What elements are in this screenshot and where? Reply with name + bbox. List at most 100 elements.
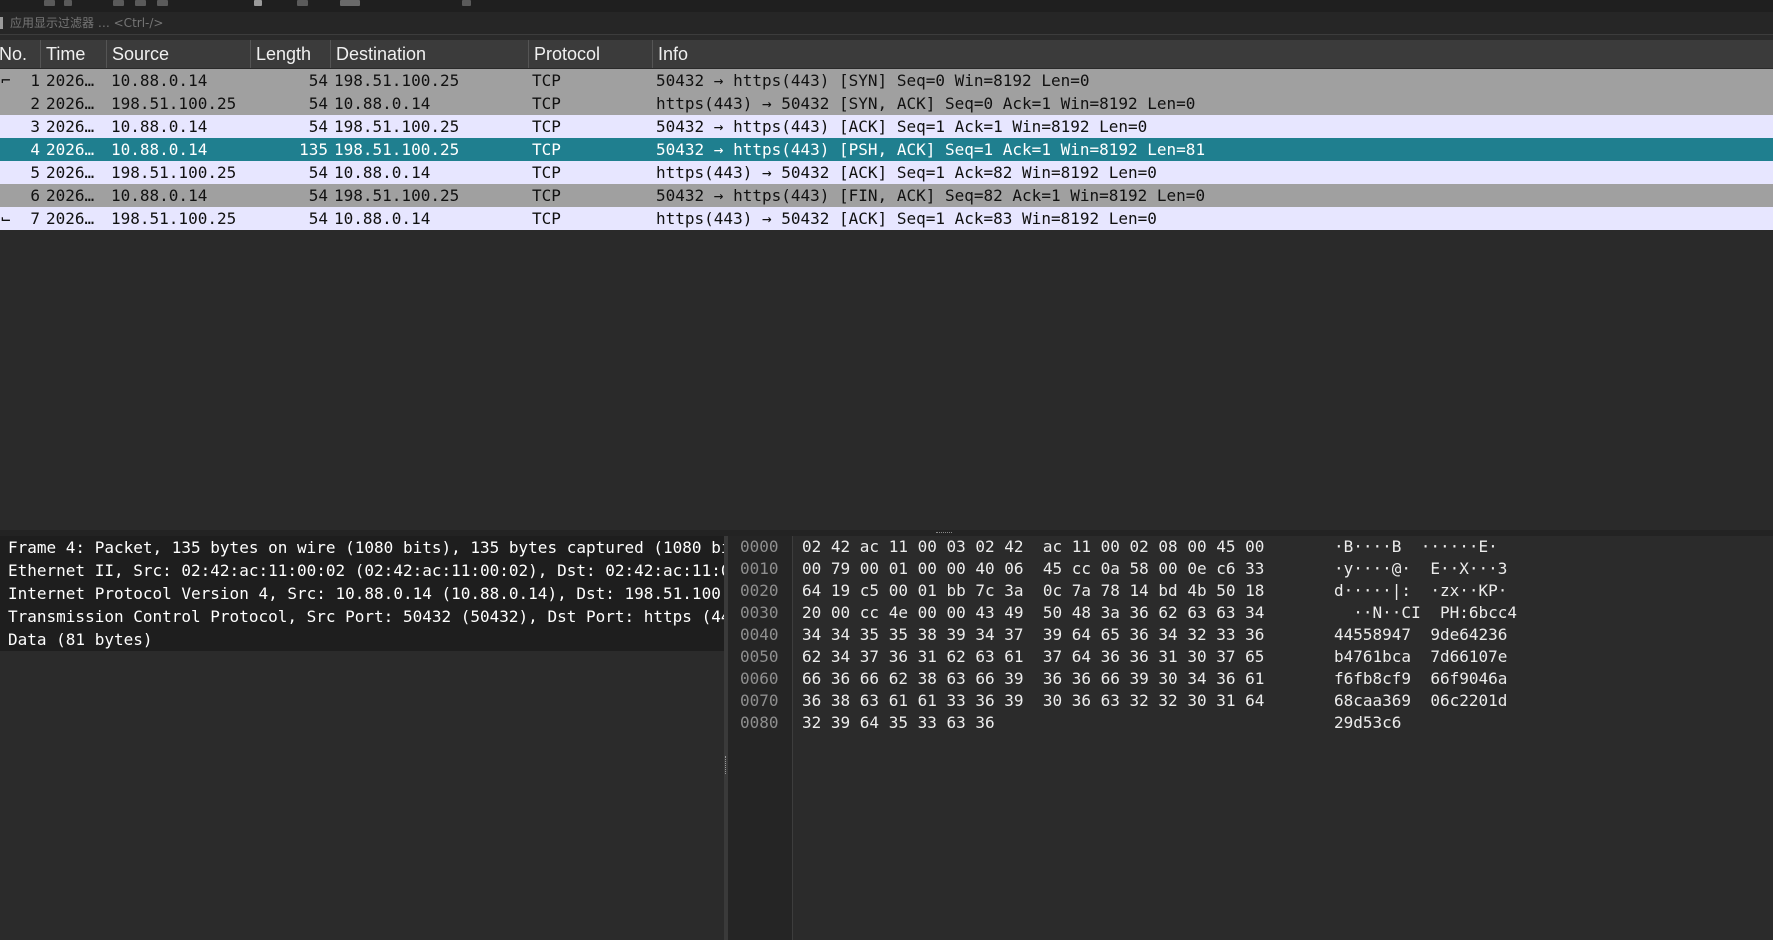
packet-length: 135 (299, 140, 328, 159)
packet-row[interactable]: 3 2026… 10.88.0.14 54 198.51.100.25 TCP … (0, 115, 1773, 138)
packet-protocol: TCP (532, 163, 561, 182)
colorize-icon[interactable] (340, 0, 360, 6)
column-header-destination[interactable]: Destination (331, 40, 529, 68)
hex-dump-column: 02 42 ac 11 00 03 02 42 ac 11 00 02 08 0… (802, 536, 1264, 734)
go-last-icon[interactable] (297, 0, 308, 6)
resize-columns-icon[interactable] (462, 0, 471, 6)
tree-item-ipv4[interactable]: Internet Protocol Version 4, Src: 10.88.… (0, 582, 724, 605)
packet-row-selected[interactable]: 4 2026… 10.88.0.14 135 198.51.100.25 TCP… (0, 138, 1773, 161)
packet-time: 2026… (46, 163, 95, 182)
packet-row[interactable]: 2 2026… 198.51.100.25 54 10.88.0.14 TCP … (0, 92, 1773, 115)
byte-offset: 0030 (740, 603, 779, 622)
packet-time: 2026… (46, 117, 95, 136)
packet-length: 54 (308, 186, 328, 205)
packet-bytes-pane: 0000 0010 0020 0030 0040 0050 0060 0070 … (728, 536, 1773, 940)
column-header-length[interactable]: Length (251, 40, 331, 68)
packet-row[interactable]: 6 2026… 10.88.0.14 54 198.51.100.25 TCP … (0, 184, 1773, 207)
packet-rows: ⌐ 1 2026… 10.88.0.14 54 198.51.100.25 TC… (0, 69, 1773, 230)
column-header-no[interactable]: No. (0, 40, 41, 68)
packet-source: 198.51.100.25 (111, 94, 237, 113)
hex-line[interactable]: 62 34 37 36 31 62 63 61 37 64 36 36 31 3… (802, 646, 1264, 668)
packet-source: 10.88.0.14 (111, 186, 208, 205)
packet-length: 54 (308, 71, 328, 90)
save-file-icon[interactable] (64, 0, 72, 6)
display-filter-input[interactable] (6, 12, 1773, 34)
ascii-line[interactable]: b4761bca 7d66107e (1334, 646, 1517, 668)
byte-offset: 0010 (740, 559, 779, 578)
packet-destination: 10.88.0.14 (334, 163, 431, 182)
column-header-source[interactable]: Source (107, 40, 251, 68)
byte-offset: 0040 (740, 625, 779, 644)
packet-no: 4 (30, 140, 40, 159)
packet-time: 2026… (46, 209, 95, 228)
hex-line[interactable]: 66 36 66 62 38 63 66 39 36 36 66 39 30 3… (802, 668, 1264, 690)
go-first-icon[interactable] (254, 0, 262, 6)
hex-line[interactable]: 64 19 c5 00 01 bb 7c 3a 0c 7a 78 14 bd 4… (802, 580, 1264, 602)
hex-line[interactable]: 32 39 64 35 33 63 36 (802, 712, 1264, 734)
hex-line[interactable]: 00 79 00 01 00 00 40 06 45 cc 0a 58 00 0… (802, 558, 1264, 580)
packet-length: 54 (308, 209, 328, 228)
column-header-time[interactable]: Time (41, 40, 107, 68)
packet-list-header: No. Time Source Length Destination Proto… (0, 40, 1773, 69)
tree-item-frame[interactable]: Frame 4: Packet, 135 bytes on wire (1080… (0, 536, 724, 559)
byte-offset: 0080 (740, 713, 779, 732)
hex-line[interactable]: 36 38 63 61 61 33 36 39 30 36 63 32 32 3… (802, 690, 1264, 712)
open-file-icon[interactable] (44, 0, 55, 6)
byte-offset: 0050 (740, 647, 779, 666)
ascii-line[interactable]: ·y····@· E··X···3 (1334, 558, 1517, 580)
ascii-line[interactable]: ·B····B ······E· (1334, 536, 1517, 558)
column-header-protocol[interactable]: Protocol (529, 40, 653, 68)
packet-time: 2026… (46, 140, 95, 159)
packet-destination: 198.51.100.25 (334, 140, 460, 159)
go-forward-icon[interactable] (157, 0, 168, 6)
ascii-line[interactable]: 44558947 9de64236 (1334, 624, 1517, 646)
tree-item-tcp[interactable]: Transmission Control Protocol, Src Port:… (0, 605, 724, 628)
hex-line[interactable]: 02 42 ac 11 00 03 02 42 ac 11 00 02 08 0… (802, 536, 1264, 558)
packet-row[interactable]: ⌙ 7 2026… 198.51.100.25 54 10.88.0.14 TC… (0, 207, 1773, 230)
packet-list: No. Time Source Length Destination Proto… (0, 35, 1773, 530)
packet-source: 10.88.0.14 (111, 117, 208, 136)
packet-destination: 198.51.100.25 (334, 186, 460, 205)
packet-protocol: TCP (532, 209, 561, 228)
packet-info: 50432 → https(443) [ACK] Seq=1 Ack=1 Win… (656, 117, 1148, 136)
packet-source: 198.51.100.25 (111, 209, 237, 228)
packet-no: 6 (30, 186, 40, 205)
byte-offset: 0000 (740, 537, 779, 556)
ascii-line[interactable]: d·····|: ·zx··KP· (1334, 580, 1517, 602)
bookmark-filter-icon[interactable] (0, 17, 3, 29)
packet-no: 1 (30, 71, 40, 90)
packet-length: 54 (308, 163, 328, 182)
packet-source: 198.51.100.25 (111, 163, 237, 182)
go-back-icon[interactable] (135, 0, 146, 6)
packet-protocol: TCP (532, 71, 561, 90)
packet-destination: 10.88.0.14 (334, 94, 431, 113)
splitter-grip-icon (936, 532, 952, 535)
byte-offset: 0060 (740, 669, 779, 688)
packet-time: 2026… (46, 71, 95, 90)
byte-offset-column: 0000 0010 0020 0030 0040 0050 0060 0070 … (728, 536, 793, 940)
tree-item-data[interactable]: Data (81 bytes) (0, 628, 724, 651)
packet-row[interactable]: 5 2026… 198.51.100.25 54 10.88.0.14 TCP … (0, 161, 1773, 184)
display-filter-bar (0, 12, 1773, 35)
hex-line[interactable]: 20 00 cc 4e 00 00 43 49 50 48 3a 36 62 6… (802, 602, 1264, 624)
packet-info: 50432 → https(443) [SYN] Seq=0 Win=8192 … (656, 71, 1090, 90)
byte-offset: 0020 (740, 581, 779, 600)
packet-time: 2026… (46, 94, 95, 113)
packet-destination: 198.51.100.25 (334, 71, 460, 90)
hex-line[interactable]: 34 34 35 35 38 39 34 37 39 64 65 36 34 3… (802, 624, 1264, 646)
packet-info: https(443) → 50432 [ACK] Seq=1 Ack=82 Wi… (656, 163, 1157, 182)
packet-info: 50432 → https(443) [FIN, ACK] Seq=82 Ack… (656, 186, 1206, 205)
packet-row[interactable]: ⌐ 1 2026… 10.88.0.14 54 198.51.100.25 TC… (0, 69, 1773, 92)
packet-no: 7 (30, 209, 40, 228)
ascii-line[interactable]: f6fb8cf9 66f9046a (1334, 668, 1517, 690)
ascii-dump-column: ·B····B ······E· ·y····@· E··X···3 d····… (1334, 536, 1517, 734)
packet-destination: 198.51.100.25 (334, 117, 460, 136)
packet-protocol: TCP (532, 94, 561, 113)
packet-length: 54 (308, 117, 328, 136)
ascii-line[interactable]: 29d53c6 (1334, 712, 1517, 734)
ascii-line[interactable]: ··N··CI PH:6bcc4 (1334, 602, 1517, 624)
find-packet-icon[interactable] (113, 0, 124, 6)
tree-item-ethernet[interactable]: Ethernet II, Src: 02:42:ac:11:00:02 (02:… (0, 559, 724, 582)
column-header-info[interactable]: Info (653, 40, 1773, 68)
ascii-line[interactable]: 68caa369 06c2201d (1334, 690, 1517, 712)
